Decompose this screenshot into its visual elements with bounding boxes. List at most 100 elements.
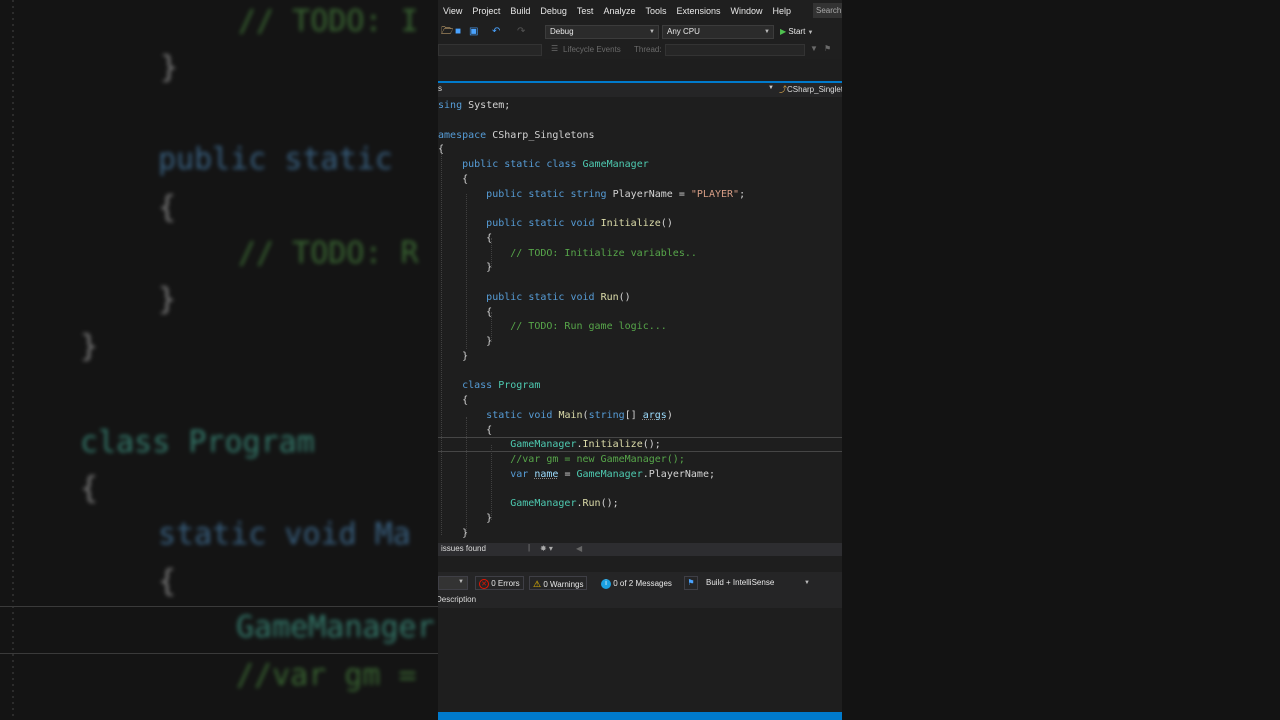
menu-window[interactable]: Window	[726, 6, 768, 16]
menu-tools[interactable]: Tools	[640, 6, 671, 16]
project-dropdown[interactable]: s	[438, 84, 442, 93]
background-code-line: GameManager	[236, 610, 435, 645]
code-token: public static string	[486, 189, 607, 200]
warnings-filter-button[interactable]: ⚠ 0 Warnings	[529, 576, 588, 590]
code-token: Run	[582, 498, 601, 509]
code-cleanup-icon[interactable]: ✸ ▾	[540, 544, 553, 553]
save-icon[interactable]: ■	[455, 26, 461, 38]
search-box[interactable]: Search	[813, 3, 842, 18]
configuration-dropdown[interactable]: Debug ▼	[545, 25, 659, 39]
chevron-down-icon: ▼	[807, 30, 814, 36]
code-line: GameManager.Initialize();	[438, 437, 661, 452]
warning-icon: ⚠	[533, 579, 542, 589]
code-token: "PLAYER"	[690, 189, 740, 200]
menu-help[interactable]: Help	[768, 6, 797, 16]
code-token: System;	[462, 100, 511, 111]
background-code-line: {	[80, 471, 99, 506]
background-code: // TODO: I} public static {// TODO: R}} cla…	[0, 0, 438, 720]
thread-dropdown[interactable]	[665, 44, 805, 56]
start-label: Start	[788, 27, 806, 36]
errors-filter-button[interactable]: ✕ 0 Errors	[475, 576, 524, 590]
undo-icon[interactable]: ↶	[492, 26, 500, 38]
background-code-line: static void Ma	[158, 517, 411, 552]
menu-analyze[interactable]: Analyze	[598, 6, 640, 16]
code-line: }	[438, 526, 468, 541]
open-folder-icon[interactable]: 🗁	[441, 26, 453, 38]
background-left-panel: // TODO: I} public static {// TODO: R}} cla…	[0, 0, 438, 720]
code-editor[interactable]: using System; namespace CSharp_Singletons…	[438, 97, 842, 543]
process-dropdown[interactable]	[438, 44, 542, 56]
standard-toolbar: 🗁 ■ ▣ ↶ ↷ Debug ▼ Any CPU ▼ ▶ Start ▼	[438, 22, 842, 42]
debug-location-toolbar: ☰ Lifecycle Events Thread: ▼ ⚑	[438, 42, 842, 59]
code-line: }	[438, 349, 468, 364]
lifecycle-events-label[interactable]: Lifecycle Events	[563, 45, 621, 54]
code-token: CSharp_Singletons	[486, 130, 595, 141]
code-token: =	[558, 469, 577, 480]
panel-header	[438, 556, 842, 572]
code-token: {	[438, 144, 445, 155]
code-token: namespace	[438, 130, 487, 141]
background-code-line: {	[158, 190, 177, 225]
flag-icon[interactable]: ⚑	[824, 44, 831, 53]
code-line: }	[438, 511, 492, 526]
code-token: Initialize	[600, 218, 661, 229]
code-line: {	[438, 172, 468, 187]
menu-build[interactable]: Build	[505, 6, 535, 16]
code-token: {	[438, 425, 493, 436]
menu-extensions[interactable]: Extensions	[671, 6, 725, 16]
status-bar	[438, 712, 842, 720]
filter-icon[interactable]: ⚑	[684, 576, 698, 590]
configuration-value: Debug	[550, 27, 574, 36]
lifecycle-events-icon[interactable]: ☰	[551, 44, 558, 53]
code-token: []	[624, 410, 643, 421]
messages-filter-button[interactable]: i 0 of 2 Messages	[597, 576, 676, 590]
chevron-down-icon: ▼	[649, 29, 655, 35]
save-all-icon[interactable]: ▣	[469, 26, 478, 38]
code-token: string	[588, 410, 625, 421]
info-icon: i	[601, 578, 611, 589]
menu-view[interactable]: View	[438, 6, 467, 16]
menu-test[interactable]: Test	[572, 6, 599, 16]
code-token: ();	[642, 439, 661, 450]
navigation-bar: s ▼ ⤴CSharp_Singletons	[438, 83, 842, 97]
platform-dropdown[interactable]: Any CPU ▼	[662, 25, 774, 39]
editor-status-bar: issues found | ✸ ▾ ◀	[438, 543, 842, 556]
code-line: public static void Initialize()	[438, 216, 673, 231]
code-token: .PlayerName;	[642, 469, 715, 480]
scroll-left-icon[interactable]: ◀	[576, 544, 582, 553]
code-token: //var gm = new GameManager();	[510, 454, 685, 465]
build-intellisense-dropdown[interactable]: Build + IntelliSense ▼	[706, 576, 812, 590]
code-line: }	[438, 260, 492, 275]
error-list-toolbar: ▼ ✕ 0 Errors ⚠ 0 Warnings i 0 of 2 Messa…	[438, 572, 842, 594]
type-dropdown[interactable]: ⤴CSharp_Singletons	[779, 84, 842, 95]
background-code-line: class Program	[80, 425, 315, 460]
issues-status[interactable]: issues found	[441, 544, 486, 553]
code-line: {	[438, 393, 468, 408]
menu-bar: View Project Build Debug Test Analyze Tools Ext…	[438, 0, 842, 22]
code-token: }	[438, 351, 469, 362]
menu-project[interactable]: Project	[467, 6, 505, 16]
code-token: ();	[600, 498, 619, 509]
code-line: using System;	[438, 98, 510, 113]
background-right-panel	[842, 0, 1280, 720]
redo-icon[interactable]: ↷	[517, 26, 525, 38]
filter-icon[interactable]: ▼	[810, 44, 818, 53]
code-line: // TODO: Run game logic...	[438, 319, 667, 334]
code-token: )	[666, 410, 673, 421]
background-code-line: public static	[158, 142, 393, 177]
error-icon: ✕	[479, 578, 489, 589]
description-column-header[interactable]: Description	[438, 595, 476, 604]
code-token: ;	[739, 189, 746, 200]
scope-dropdown[interactable]: ▼	[438, 576, 468, 590]
menu-debug[interactable]: Debug	[535, 6, 572, 16]
code-token: }	[438, 262, 493, 273]
visual-studio-window: View Project Build Debug Test Analyze Tools Ext…	[438, 0, 842, 720]
start-button[interactable]: ▶ Start ▼	[780, 25, 813, 40]
code-token: class	[462, 380, 493, 391]
code-token: PlayerName =	[606, 189, 691, 200]
background-code-line: }	[158, 282, 177, 317]
code-token: using	[438, 100, 463, 111]
